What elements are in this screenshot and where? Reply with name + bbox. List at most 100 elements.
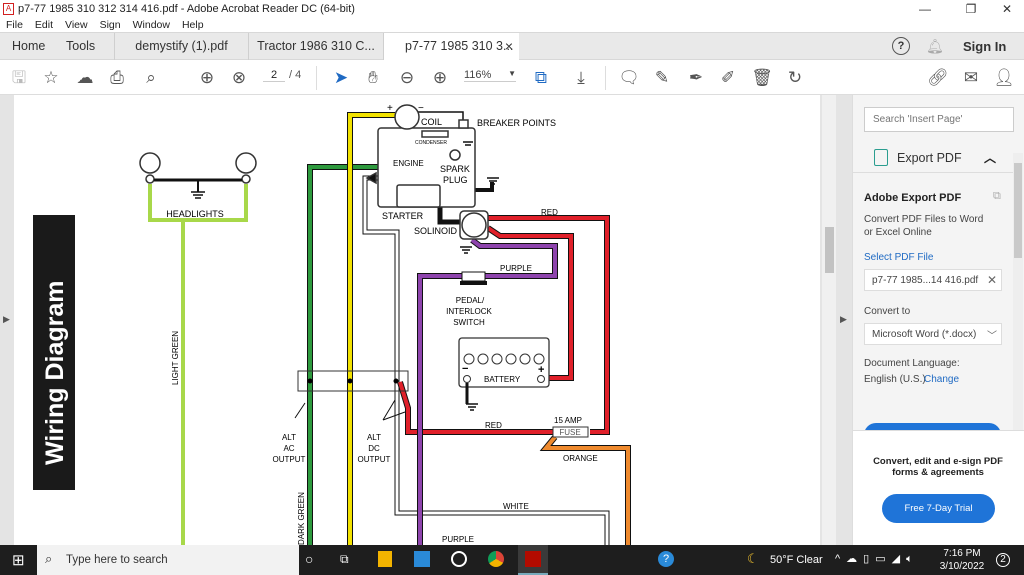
cortana-icon[interactable]: ○ bbox=[305, 551, 313, 567]
label-red: RED bbox=[541, 208, 558, 217]
label: ALT bbox=[282, 433, 296, 442]
free-trial-button[interactable]: Free 7-Day Trial bbox=[882, 494, 995, 523]
upload-cloud-icon[interactable]: ☁ bbox=[74, 67, 96, 89]
label: DC bbox=[368, 444, 380, 453]
share-link-icon[interactable]: 🔗︎ bbox=[927, 67, 949, 89]
help-app-icon[interactable]: ? bbox=[658, 551, 674, 567]
print-icon[interactable]: ⎙ bbox=[106, 67, 128, 89]
next-page-icon[interactable]: ⊗ bbox=[228, 67, 250, 89]
add-user-icon[interactable]: 👤︎ bbox=[993, 67, 1015, 89]
comment-icon[interactable]: 🗨︎ bbox=[618, 67, 640, 89]
change-language-link[interactable]: Change bbox=[924, 374, 959, 385]
previous-page-icon[interactable]: ⊕ bbox=[196, 67, 218, 89]
label: − bbox=[462, 363, 468, 375]
minimize-button[interactable]: — bbox=[908, 0, 942, 18]
tab-document-active[interactable]: p7-77 1985 310 3... × bbox=[383, 33, 519, 61]
label-purple: PURPLE bbox=[500, 264, 532, 273]
taskbar-search[interactable]: ⌕ Type here to search bbox=[37, 545, 299, 575]
edit-pdf-icon[interactable]: ✐ bbox=[717, 67, 739, 89]
fuse: FUSE 15 AMP RED ORANGE WHITE PURPLE DARK… bbox=[297, 416, 598, 545]
tab-home[interactable]: Home bbox=[12, 33, 45, 60]
menu-edit[interactable]: Edit bbox=[35, 18, 53, 32]
label: + bbox=[387, 103, 393, 114]
system-tray-icons[interactable]: ^☁▯▭◢🔈︎ bbox=[835, 552, 919, 566]
acrobat-taskbar-button[interactable] bbox=[518, 545, 548, 575]
clock-time[interactable]: 7:16 PM bbox=[940, 548, 984, 559]
label: OUTPUT bbox=[358, 455, 391, 464]
promo-text: forms & agreements bbox=[892, 467, 984, 478]
menu-view[interactable]: View bbox=[65, 18, 88, 32]
email-icon[interactable]: ✉ bbox=[960, 67, 982, 89]
rotate-icon[interactable]: ↻ bbox=[784, 67, 806, 89]
scrollbar-thumb[interactable] bbox=[825, 227, 834, 273]
label-red: RED bbox=[485, 421, 502, 430]
menu-sign[interactable]: Sign bbox=[100, 18, 121, 32]
zoom-in-icon[interactable]: ⊕ bbox=[429, 67, 451, 89]
label: INTERLOCK bbox=[446, 307, 492, 316]
hand-tool-icon[interactable]: ✋︎ bbox=[362, 67, 384, 89]
document-scrollbar[interactable] bbox=[822, 95, 836, 545]
label: ALT bbox=[367, 433, 381, 442]
taskbar-search-placeholder: Type here to search bbox=[66, 554, 168, 566]
mail-icon[interactable] bbox=[414, 551, 430, 567]
search-insert-page-input[interactable] bbox=[864, 107, 1014, 132]
window-title: p7-77 1985 310 312 314 416.pdf - Adobe A… bbox=[18, 3, 355, 15]
label: PEDAL/ bbox=[456, 296, 485, 305]
convert-format-select[interactable]: Microsoft Word (*.docx) ﹀ bbox=[864, 323, 1002, 345]
diagram-title: Wiring Diagram bbox=[41, 280, 69, 465]
menu-file[interactable]: File bbox=[6, 18, 23, 32]
weather-text[interactable]: 50°F Clear bbox=[770, 554, 823, 566]
delete-icon[interactable]: 🗑︎ bbox=[751, 67, 773, 89]
find-icon[interactable]: ⌕ bbox=[140, 67, 162, 89]
tab-document[interactable]: demystify (1).pdf bbox=[114, 33, 248, 60]
label-orange: ORANGE bbox=[563, 454, 598, 463]
selected-file-field[interactable]: p7-77 1985...14 416.pdf ✕ bbox=[864, 269, 1002, 291]
select-cursor-icon[interactable]: ➤ bbox=[330, 67, 352, 89]
title-box: Wiring Diagram bbox=[33, 215, 75, 490]
tab-document[interactable]: Tractor 1986 310 C... bbox=[248, 33, 383, 60]
file-explorer-icon[interactable] bbox=[378, 551, 392, 567]
windows-start-icon[interactable]: ⊞ bbox=[12, 551, 25, 569]
page-number-input[interactable]: 2 bbox=[263, 69, 285, 82]
acrobat-icon bbox=[525, 551, 541, 567]
export-pdf-header[interactable]: Export PDF ︿ bbox=[853, 143, 1013, 173]
zoom-level-select[interactable]: 116% ▼ bbox=[464, 69, 516, 82]
menu-help[interactable]: Help bbox=[182, 18, 204, 32]
fit-page-icon[interactable]: ⧉ bbox=[530, 67, 552, 89]
divider bbox=[316, 66, 317, 90]
acrobat-icon: A bbox=[3, 3, 14, 15]
clock-date[interactable]: 3/10/2022 bbox=[936, 561, 988, 572]
label-battery: BATTERY bbox=[484, 375, 521, 384]
chrome-icon[interactable] bbox=[488, 551, 504, 567]
scrollbar-thumb[interactable] bbox=[1014, 163, 1022, 258]
menu-window[interactable]: Window bbox=[133, 18, 170, 32]
highlight-pen-icon[interactable]: ✎ bbox=[651, 67, 673, 89]
promo-section: Convert, edit and e-sign PDF forms & agr… bbox=[853, 430, 1024, 545]
task-view-icon[interactable]: ⧉ bbox=[340, 552, 349, 567]
wiring-diagram: Wiring Diagram HEADLIGHTS LIGHT GREEN + … bbox=[33, 103, 631, 545]
zoom-value: 116% bbox=[464, 69, 492, 81]
menu-bar: File Edit View Sign Window Help bbox=[0, 18, 1024, 32]
close-button[interactable]: ✕ bbox=[990, 0, 1024, 18]
collapse-chevron-icon[interactable]: ︿ bbox=[984, 149, 996, 166]
bookmark-star-icon[interactable]: ☆ bbox=[40, 67, 62, 89]
bell-icon[interactable]: 🔔︎ bbox=[926, 33, 944, 60]
notification-center-badge[interactable]: 2 bbox=[996, 553, 1010, 567]
convert-format-value: Microsoft Word (*.docx) bbox=[872, 329, 977, 340]
zoom-out-icon[interactable]: ⊖ bbox=[396, 67, 418, 89]
tab-tools[interactable]: Tools bbox=[66, 33, 95, 60]
help-icon[interactable]: ? bbox=[892, 37, 910, 55]
select-pdf-file-link[interactable]: Select PDF File bbox=[864, 252, 933, 263]
label-headlights: HEADLIGHTS bbox=[166, 209, 224, 219]
sign-in-button[interactable]: Sign In bbox=[963, 33, 1006, 60]
remove-file-icon[interactable]: ✕ bbox=[987, 273, 997, 287]
app-icon[interactable] bbox=[451, 551, 467, 567]
restore-button[interactable]: ❐ bbox=[954, 0, 988, 18]
sign-icon[interactable]: ✒︎ bbox=[685, 67, 707, 89]
close-tab-icon[interactable]: × bbox=[505, 33, 513, 60]
tab-bar: Home Tools demystify (1).pdf Tractor 198… bbox=[0, 32, 1024, 61]
save-icon[interactable]: 🖫︎ bbox=[8, 67, 30, 89]
scroll-mode-icon[interactable]: ⤓ bbox=[570, 67, 592, 89]
collapse-right-panel-icon[interactable]: ▶ bbox=[840, 314, 847, 325]
tab-label: p7-77 1985 310 3... bbox=[405, 39, 514, 53]
